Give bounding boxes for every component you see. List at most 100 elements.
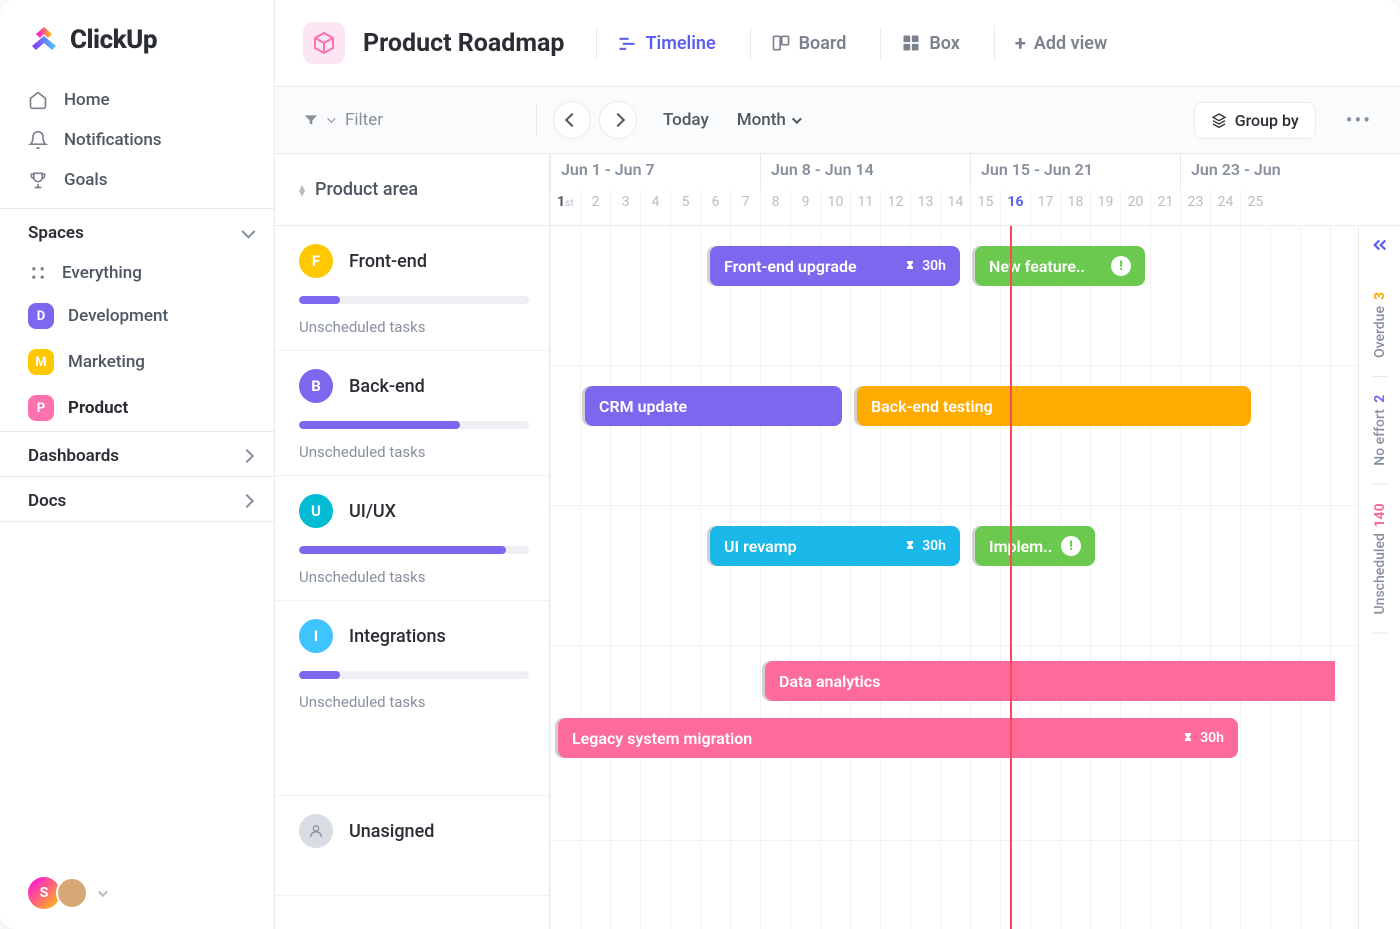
- add-view-button[interactable]: + Add view: [994, 25, 1119, 61]
- hourglass-icon: [904, 260, 916, 272]
- page-icon: [303, 22, 345, 64]
- day-label: 8: [760, 190, 790, 226]
- trophy-icon: [28, 170, 48, 190]
- task-label: Back-end testing: [871, 397, 993, 416]
- main: Product Roadmap Timeline Board Box + Add…: [275, 0, 1400, 929]
- day-label: 4: [640, 190, 670, 226]
- view-tab-box[interactable]: Box: [880, 27, 972, 60]
- rail-unscheduled[interactable]: Unscheduled 140: [1372, 485, 1388, 633]
- row-avatar: B: [299, 369, 333, 403]
- day-label: 11: [850, 190, 880, 226]
- chevron-down-icon: [792, 114, 802, 124]
- rail-noeffort[interactable]: No effort 2: [1372, 377, 1388, 485]
- task-data-analytics[interactable]: Data analytics: [765, 661, 1335, 701]
- sidebar: ClickUp Home Notifications Goals Spaces …: [0, 0, 275, 929]
- task-ui-revamp[interactable]: UI revamp 30h: [710, 526, 960, 566]
- day-label: 25: [1240, 190, 1270, 226]
- column-header[interactable]: ▴▾ Product area: [275, 154, 549, 226]
- groupby-button[interactable]: Group by: [1194, 102, 1316, 139]
- day-label: 16: [1000, 190, 1030, 226]
- row-label[interactable]: FFront-endUnscheduled tasks: [275, 226, 549, 351]
- rail-overdue-label: Overdue: [1372, 306, 1388, 358]
- task-frontend-upgrade[interactable]: Front-end upgrade 30h: [710, 246, 960, 286]
- unscheduled-label: Unscheduled tasks: [299, 693, 525, 711]
- nav-home[interactable]: Home: [0, 80, 274, 120]
- day-label: 10: [820, 190, 850, 226]
- timeline-row-unassigned: [550, 841, 1400, 929]
- task-new-feature[interactable]: New feature.. !: [975, 246, 1145, 286]
- more-button[interactable]: •••: [1346, 108, 1372, 132]
- view-tab-board[interactable]: Board: [750, 27, 859, 60]
- chevron-left-icon: [565, 113, 579, 127]
- spaces-header[interactable]: Spaces: [0, 208, 274, 253]
- period-label: Month: [737, 110, 786, 130]
- row-label[interactable]: Unasigned: [275, 796, 549, 896]
- task-crm-update[interactable]: CRM update: [585, 386, 842, 426]
- user-menu[interactable]: S: [0, 857, 274, 929]
- task-legacy-migration[interactable]: Legacy system migration 30h: [558, 718, 1238, 758]
- view-tab-timeline[interactable]: Timeline: [596, 27, 727, 60]
- row-name: Front-end: [349, 251, 427, 272]
- task-label: Implem..: [989, 537, 1052, 556]
- sidebar-space-development[interactable]: DDevelopment: [0, 293, 274, 339]
- day-label: 18: [1060, 190, 1090, 226]
- rail-overdue-count: 3: [1372, 292, 1388, 300]
- day-label: 24: [1210, 190, 1240, 226]
- sidebar-everything[interactable]: Everything: [0, 253, 274, 293]
- space-label: Marketing: [68, 352, 145, 372]
- hourglass-icon: [904, 540, 916, 552]
- day-label: 1st: [550, 190, 580, 226]
- row-label[interactable]: IIntegrationsUnscheduled tasks: [275, 601, 549, 796]
- toolbar: Filter Today Month Group by •••: [275, 87, 1400, 154]
- progress-bar: [299, 421, 529, 429]
- timeline-row-integrations: Data analytics Legacy system migration 3…: [550, 646, 1400, 841]
- dashboards-header[interactable]: Dashboards: [0, 431, 274, 476]
- rail-collapse-button[interactable]: [1371, 226, 1389, 274]
- day-label: 9: [790, 190, 820, 226]
- rail-noeffort-label: No effort: [1372, 409, 1388, 466]
- groupby-label: Group by: [1235, 111, 1299, 130]
- avatar: [56, 877, 88, 909]
- timeline-icon: [617, 33, 637, 53]
- topbar: Product Roadmap Timeline Board Box + Add…: [275, 0, 1400, 87]
- prev-button[interactable]: [553, 101, 591, 139]
- row-label[interactable]: BBack-endUnscheduled tasks: [275, 351, 549, 476]
- day-label: 20: [1120, 190, 1150, 226]
- today-button[interactable]: Today: [663, 110, 709, 130]
- task-duration: 30h: [922, 258, 946, 274]
- progress-bar: [299, 296, 529, 304]
- docs-header[interactable]: Docs: [0, 476, 274, 522]
- week-label: Jun 8 - Jun 14: [760, 154, 970, 190]
- view-board-label: Board: [799, 33, 847, 54]
- timeline: ▴▾ Product area FFront-endUnscheduled ta…: [275, 154, 1400, 929]
- space-label: Product: [68, 398, 128, 418]
- logo[interactable]: ClickUp: [0, 0, 274, 72]
- progress-bar: [299, 671, 529, 679]
- timeline-grid[interactable]: Jun 1 - Jun 7Jun 8 - Jun 14Jun 15 - Jun …: [550, 154, 1400, 929]
- docs-label: Docs: [28, 491, 66, 511]
- layers-icon: [1211, 112, 1227, 128]
- row-label[interactable]: UUI/UXUnscheduled tasks: [275, 476, 549, 601]
- space-icon: P: [28, 395, 54, 421]
- row-name: Unasigned: [349, 821, 434, 842]
- date-header: Jun 1 - Jun 7Jun 8 - Jun 14Jun 15 - Jun …: [550, 154, 1400, 226]
- nav-notifications[interactable]: Notifications: [0, 120, 274, 160]
- filter-button[interactable]: Filter: [303, 110, 383, 130]
- sidebar-space-marketing[interactable]: MMarketing: [0, 339, 274, 385]
- task-implem[interactable]: Implem.. !: [975, 526, 1095, 566]
- period-dropdown[interactable]: Month: [737, 110, 799, 130]
- rail-overdue[interactable]: Overdue 3: [1372, 274, 1388, 377]
- task-backend-testing[interactable]: Back-end testing: [857, 386, 1251, 426]
- week-label: Jun 23 - Jun: [1180, 154, 1350, 190]
- task-label: Data analytics: [779, 672, 880, 691]
- progress-bar: [299, 546, 529, 554]
- nav-notifications-label: Notifications: [64, 130, 162, 150]
- day-label: 2: [580, 190, 610, 226]
- right-rail: Overdue 3 No effort 2 Unscheduled 140: [1358, 226, 1400, 929]
- view-box-label: Box: [929, 33, 960, 54]
- nav-goals[interactable]: Goals: [0, 160, 274, 200]
- sidebar-space-product[interactable]: P Product: [0, 385, 274, 431]
- next-button[interactable]: [599, 101, 637, 139]
- sort-icon: ▴▾: [299, 184, 305, 196]
- day-label: 23: [1180, 190, 1210, 226]
